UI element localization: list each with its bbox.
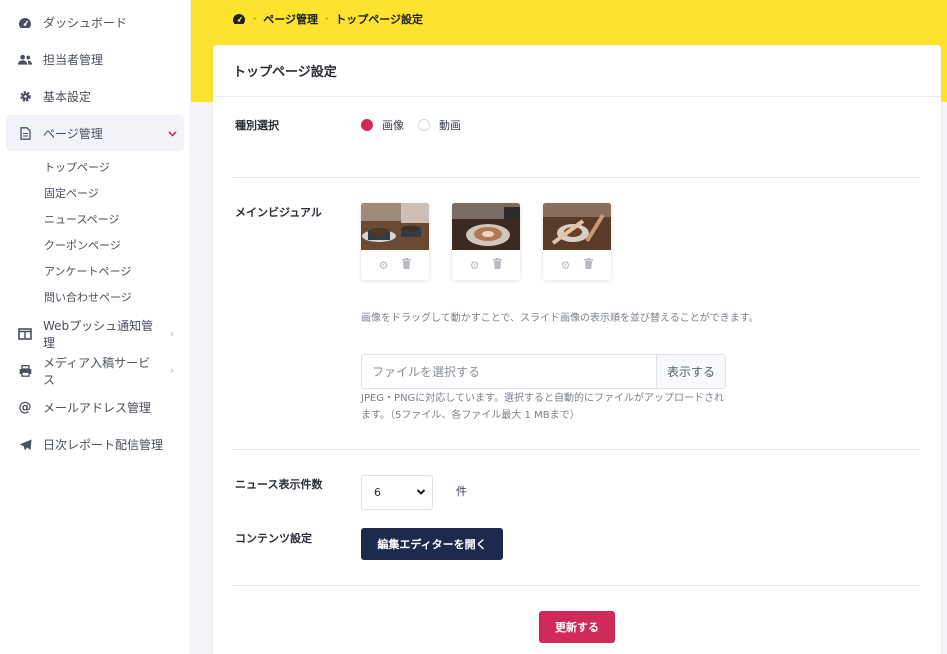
paper-plane-icon bbox=[18, 438, 32, 452]
sidebar-item-label: ページ管理 bbox=[43, 126, 103, 141]
radio-image[interactable] bbox=[361, 119, 373, 131]
users-icon bbox=[18, 53, 32, 67]
type-radio-group: 画像 動画 bbox=[361, 117, 475, 133]
radio-video-label[interactable]: 動画 bbox=[439, 117, 461, 133]
breadcrumb-separator: - bbox=[325, 14, 329, 24]
file-display-button[interactable]: 表示する bbox=[656, 355, 725, 388]
thumbnail-actions: ⚙ bbox=[543, 250, 611, 280]
reorder-hint: 画像をドラッグして動かすことで、スライド画像の表示順を並び替えることができます。 bbox=[361, 313, 759, 324]
sidebar-item-label: 担当者管理 bbox=[43, 53, 104, 67]
panel-icon bbox=[18, 327, 32, 341]
sidebar-item-dashboard[interactable]: ダッシュボード bbox=[0, 4, 190, 41]
sidebar-item-label: 日次レポート配信管理 bbox=[43, 438, 164, 452]
open-editor-button[interactable]: 編集エディターを開く bbox=[361, 528, 503, 560]
main-visual-label: メインビジュアル bbox=[235, 206, 322, 219]
trash-icon[interactable] bbox=[402, 258, 412, 272]
sidebar-item-web-push[interactable]: Webプッシュ通知管理 › bbox=[0, 315, 190, 352]
page-management-submenu: トップページ 固定ページ ニュースページ クーポンページ アンケートページ 問い… bbox=[0, 151, 190, 315]
contents-label: コンテンツ設定 bbox=[235, 532, 312, 545]
top-page-settings-card: トップページ設定 種別選択 画像 動画 メインビジュアル ⚙ ⚙ ⚙ 画像をドラ… bbox=[213, 45, 941, 654]
news-count-value: 6 bbox=[374, 486, 381, 499]
coffee-photo-1 bbox=[361, 203, 429, 250]
chevron-down-icon bbox=[416, 487, 426, 497]
chevron-right-icon: › bbox=[169, 327, 175, 340]
chevron-right-icon: › bbox=[169, 364, 175, 377]
submenu-item-contact-page[interactable]: 問い合わせページ bbox=[0, 285, 190, 311]
file-format-note: JPEG・PNGに対応しています。選択すると自動的にファイルがアップロードされま… bbox=[361, 393, 725, 421]
sidebar-item-email-management[interactable]: @ メールアドレス管理 bbox=[0, 389, 190, 426]
gear-icon bbox=[18, 90, 32, 104]
sidebar-item-basic-settings[interactable]: 基本設定 bbox=[0, 78, 190, 115]
slide-thumbnail[interactable]: ⚙ bbox=[361, 203, 429, 280]
thumbnail-actions: ⚙ bbox=[361, 250, 429, 280]
gear-icon[interactable]: ⚙ bbox=[379, 259, 389, 272]
divider bbox=[233, 177, 921, 178]
news-count-unit: 件 bbox=[456, 485, 467, 498]
submenu-item-fixed-page[interactable]: 固定ページ bbox=[0, 181, 190, 207]
document-icon bbox=[18, 126, 32, 140]
gear-icon[interactable]: ⚙ bbox=[470, 259, 480, 272]
dashboard-gauge-icon[interactable] bbox=[232, 13, 246, 25]
card-title: トップページ設定 bbox=[213, 45, 941, 97]
submenu-item-coupon-page[interactable]: クーポンページ bbox=[0, 233, 190, 259]
sidebar-item-label: ダッシュボード bbox=[43, 16, 128, 30]
dashboard-gauge-icon bbox=[18, 16, 32, 30]
divider bbox=[233, 449, 921, 450]
breadcrumb: - ページ管理 - トップページ設定 bbox=[232, 11, 423, 27]
gear-icon[interactable]: ⚙ bbox=[561, 259, 571, 272]
sidebar-item-label: メールアドレス管理 bbox=[43, 401, 152, 415]
sidebar-item-staff[interactable]: 担当者管理 bbox=[0, 41, 190, 78]
update-button[interactable]: 更新する bbox=[539, 611, 615, 643]
breadcrumb-item-current: トップページ設定 bbox=[335, 13, 424, 26]
printer-icon bbox=[18, 364, 32, 378]
sidebar-item-daily-report[interactable]: 日次レポート配信管理 bbox=[0, 426, 190, 463]
file-select-input[interactable] bbox=[362, 355, 656, 388]
submenu-item-survey-page[interactable]: アンケートページ bbox=[0, 259, 190, 285]
slide-thumbnail[interactable]: ⚙ bbox=[452, 203, 520, 280]
trash-icon[interactable] bbox=[493, 258, 503, 272]
radio-video[interactable] bbox=[418, 119, 430, 131]
coffee-photo-2 bbox=[452, 203, 520, 250]
type-select-label: 種別選択 bbox=[235, 119, 279, 132]
sidebar-item-page-management[interactable]: ページ管理 bbox=[6, 115, 184, 151]
sidebar-item-media-submission[interactable]: メディア入稿サービス › bbox=[0, 352, 190, 389]
slide-thumbnail[interactable]: ⚙ bbox=[543, 203, 611, 280]
thumbnail-actions: ⚙ bbox=[452, 250, 520, 280]
file-chooser: 表示する bbox=[361, 354, 726, 389]
sidebar-item-label: 基本設定 bbox=[43, 90, 92, 104]
sidebar: ダッシュボード 担当者管理 基本設定 ページ管理 トップページ 固定ページ ニュ… bbox=[0, 0, 191, 654]
submenu-item-top-page[interactable]: トップページ bbox=[0, 155, 190, 181]
news-count-label: ニュース表示件数 bbox=[235, 478, 323, 491]
trash-icon[interactable] bbox=[584, 258, 594, 272]
sidebar-item-label: メディア入稿サービス bbox=[43, 355, 151, 387]
sidebar-item-label: Webプッシュ通知管理 bbox=[43, 318, 154, 350]
at-sign-icon: @ bbox=[18, 400, 32, 415]
breadcrumb-separator: - bbox=[253, 14, 257, 24]
radio-image-label[interactable]: 画像 bbox=[382, 117, 404, 133]
divider bbox=[233, 585, 921, 586]
news-count-select[interactable]: 6 bbox=[361, 475, 433, 510]
submenu-item-news-page[interactable]: ニュースページ bbox=[0, 207, 190, 233]
breadcrumb-item-page-management[interactable]: ページ管理 bbox=[263, 11, 318, 27]
chevron-down-icon bbox=[162, 127, 182, 140]
coffee-photo-3 bbox=[543, 203, 611, 250]
